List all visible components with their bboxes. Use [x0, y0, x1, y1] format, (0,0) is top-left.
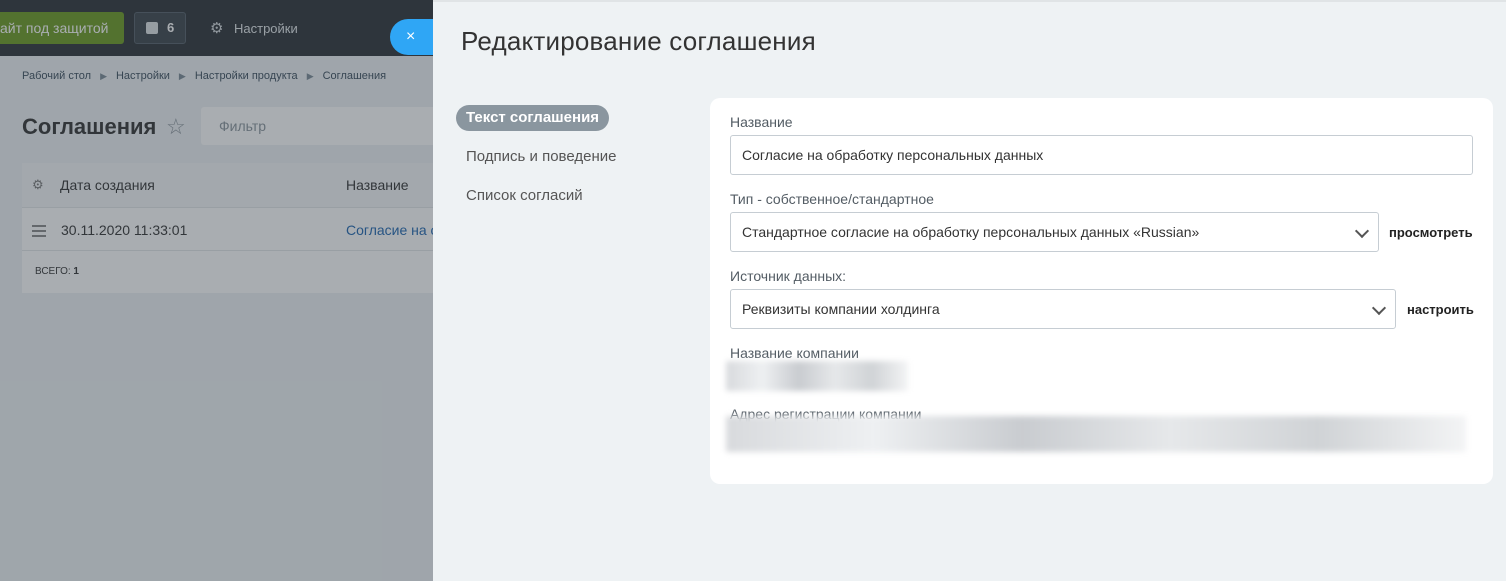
source-label: Источник данных:	[730, 268, 847, 284]
modal-overlay[interactable]	[0, 0, 433, 581]
name-label: Название	[730, 114, 793, 130]
company-name-label: Название компании	[730, 345, 859, 361]
view-link[interactable]: просмотреть	[1389, 225, 1473, 240]
tab-agreement-text[interactable]: Текст соглашения	[456, 105, 610, 131]
panel-tabs: Текст соглашения Подпись и поведение Спи…	[456, 105, 696, 222]
configure-link[interactable]: настроить	[1407, 302, 1474, 317]
source-select[interactable]: Реквизиты компании холдинга	[730, 289, 1396, 329]
name-input[interactable]: Согласие на обработку персональных данны…	[730, 135, 1473, 175]
panel-title: Редактирование соглашения	[461, 26, 816, 56]
chevron-down-icon	[1371, 300, 1387, 316]
source-select-value: Реквизиты компании холдинга	[742, 301, 940, 317]
type-label: Тип - собственное/стандартное	[730, 191, 934, 207]
company-name-value-blurred	[726, 361, 908, 391]
form-card: Название Согласие на обработку персональ…	[710, 98, 1493, 484]
tab-consents-list[interactable]: Список согласий	[456, 183, 696, 209]
edit-agreement-panel: Редактирование соглашения Текст соглашен…	[433, 0, 1506, 581]
tab-signature-behavior[interactable]: Подпись и поведение	[456, 144, 696, 170]
type-select-value: Стандартное согласие на обработку персон…	[742, 224, 1200, 240]
chevron-down-icon	[1354, 223, 1370, 239]
type-select[interactable]: Стандартное согласие на обработку персон…	[730, 212, 1379, 252]
company-address-value-blurred	[726, 416, 1466, 452]
